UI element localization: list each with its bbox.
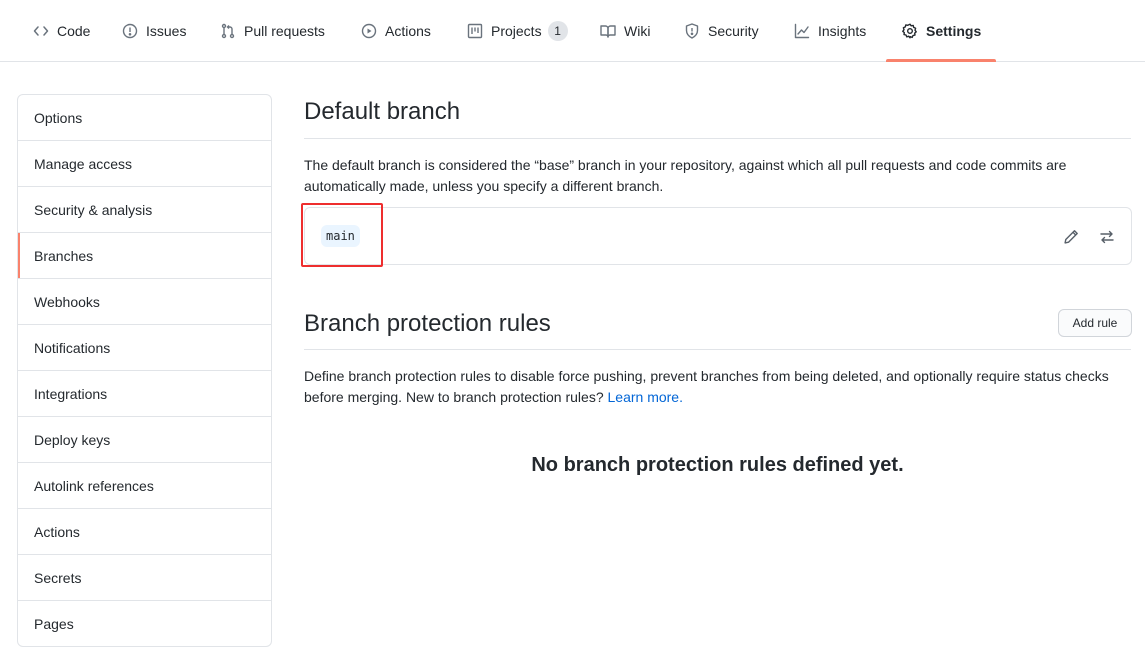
tab-label: Insights — [818, 23, 867, 39]
sidebar-item-actions[interactable]: Actions — [18, 509, 271, 555]
tab-label: Code — [57, 23, 91, 39]
section-divider — [304, 349, 1131, 350]
tab-label: Security — [708, 23, 759, 39]
pull-request-icon — [220, 23, 236, 39]
tab-pull-requests[interactable]: Pull requests — [220, 0, 325, 62]
projects-counter: 1 — [547, 21, 568, 41]
tab-label: Settings — [926, 23, 982, 39]
sidebar-item-manage-access[interactable]: Manage access — [18, 141, 271, 187]
active-tab-indicator — [886, 59, 996, 62]
project-icon — [467, 23, 483, 39]
arrow-switch-icon — [1099, 229, 1115, 245]
tab-wiki[interactable]: Wiki — [600, 0, 650, 62]
gear-icon — [902, 23, 918, 39]
empty-state-message: No branch protection rules defined yet. — [531, 454, 904, 476]
sidebar-item-options[interactable]: Options — [18, 95, 271, 141]
rename-branch-button[interactable] — [1059, 225, 1083, 249]
play-icon — [361, 23, 377, 39]
section-divider — [304, 138, 1131, 139]
repo-nav: Code Issues Pull requests Actions Projec… — [0, 0, 1145, 62]
sidebar-item-integrations[interactable]: Integrations — [18, 371, 271, 417]
tab-projects[interactable]: Projects 1 — [467, 0, 568, 62]
code-icon — [33, 23, 49, 39]
sidebar-item-secrets[interactable]: Secrets — [18, 555, 271, 601]
tab-label: Projects — [491, 23, 542, 39]
tab-code[interactable]: Code — [33, 0, 90, 62]
tab-actions[interactable]: Actions — [361, 0, 431, 62]
add-rule-button[interactable]: Add rule — [1058, 309, 1132, 337]
default-branch-description: The default branch is considered the “ba… — [304, 157, 1067, 194]
sidebar-item-deploy-keys[interactable]: Deploy keys — [18, 417, 271, 463]
tab-label: Pull requests — [244, 23, 325, 39]
tab-label: Actions — [385, 23, 431, 39]
branch-protection-description: Define branch protection rules to disabl… — [304, 366, 1129, 408]
default-branch-heading: Default branch — [304, 98, 461, 125]
default-branch-box — [304, 207, 1132, 265]
issue-icon — [122, 23, 138, 39]
branch-protection-text: Define branch protection rules to disabl… — [304, 368, 1109, 405]
tab-insights[interactable]: Insights — [794, 0, 866, 62]
pencil-icon — [1063, 229, 1079, 245]
sidebar-item-security-analysis[interactable]: Security & analysis — [18, 187, 271, 233]
book-icon — [600, 23, 616, 39]
graph-icon — [794, 23, 810, 39]
sidebar-item-autolink-references[interactable]: Autolink references — [18, 463, 271, 509]
tab-security[interactable]: Security — [684, 0, 759, 62]
learn-more-link[interactable]: Learn more. — [608, 389, 683, 405]
branch-protection-heading: Branch protection rules — [304, 310, 551, 337]
tab-issues[interactable]: Issues — [122, 0, 186, 62]
switch-default-branch-button[interactable] — [1095, 225, 1119, 249]
sidebar-item-notifications[interactable]: Notifications — [18, 325, 271, 371]
highlight-box — [301, 203, 383, 267]
shield-icon — [684, 23, 700, 39]
sidebar-item-branches[interactable]: Branches — [18, 233, 271, 279]
sidebar-item-pages[interactable]: Pages — [18, 601, 271, 646]
settings-sidebar: Options Manage access Security & analysi… — [17, 94, 272, 647]
tab-label: Issues — [146, 23, 187, 39]
tab-settings[interactable]: Settings — [902, 0, 981, 62]
tab-label: Wiki — [624, 23, 651, 39]
sidebar-item-webhooks[interactable]: Webhooks — [18, 279, 271, 325]
